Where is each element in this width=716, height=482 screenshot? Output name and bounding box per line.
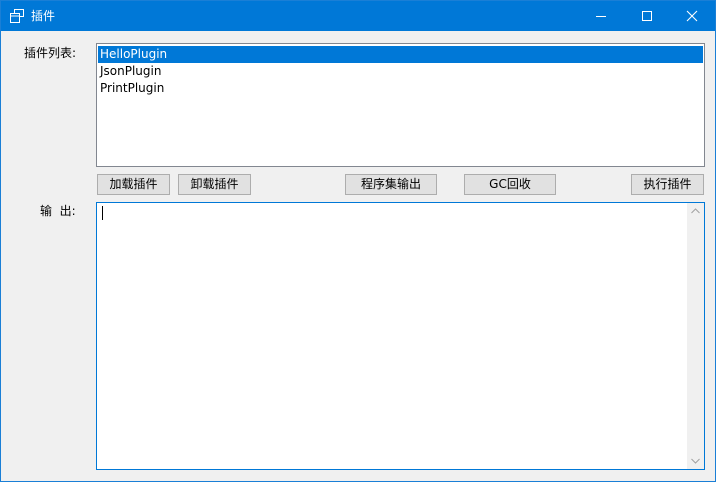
list-item-json-plugin[interactable]: JsonPlugin xyxy=(98,63,703,80)
scroll-up-icon[interactable] xyxy=(691,208,700,214)
close-button[interactable] xyxy=(669,1,715,31)
minimize-icon xyxy=(596,16,606,17)
text-caret xyxy=(102,206,103,220)
assembly-output-button[interactable]: 程序集输出 xyxy=(345,174,437,195)
window-title: 插件 xyxy=(31,9,56,23)
output-label: 输 出: xyxy=(40,204,76,218)
title-bar[interactable]: 插件 xyxy=(1,1,715,31)
output-textarea[interactable] xyxy=(96,202,705,470)
vertical-scrollbar[interactable] xyxy=(687,203,704,469)
execute-plugin-button[interactable]: 执行插件 xyxy=(631,174,704,195)
plugin-list-label: 插件列表: xyxy=(24,46,77,60)
app-window-icon xyxy=(10,9,24,23)
close-icon xyxy=(686,10,698,22)
load-plugin-button[interactable]: 加载插件 xyxy=(97,174,170,195)
list-item-hello-plugin[interactable]: HelloPlugin xyxy=(98,46,703,63)
scroll-down-icon[interactable] xyxy=(691,458,700,464)
maximize-button[interactable] xyxy=(624,1,670,31)
plugin-window: 插件 插件列表: HelloPlugin JsonPlugin PrintPlu… xyxy=(0,0,716,482)
minimize-button[interactable] xyxy=(578,1,624,31)
unload-plugin-button[interactable]: 卸载插件 xyxy=(178,174,251,195)
maximize-icon xyxy=(642,11,652,21)
plugin-listbox[interactable]: HelloPlugin JsonPlugin PrintPlugin xyxy=(96,43,705,167)
gc-collect-button[interactable]: GC回收 xyxy=(464,174,556,195)
list-item-print-plugin[interactable]: PrintPlugin xyxy=(98,80,703,97)
